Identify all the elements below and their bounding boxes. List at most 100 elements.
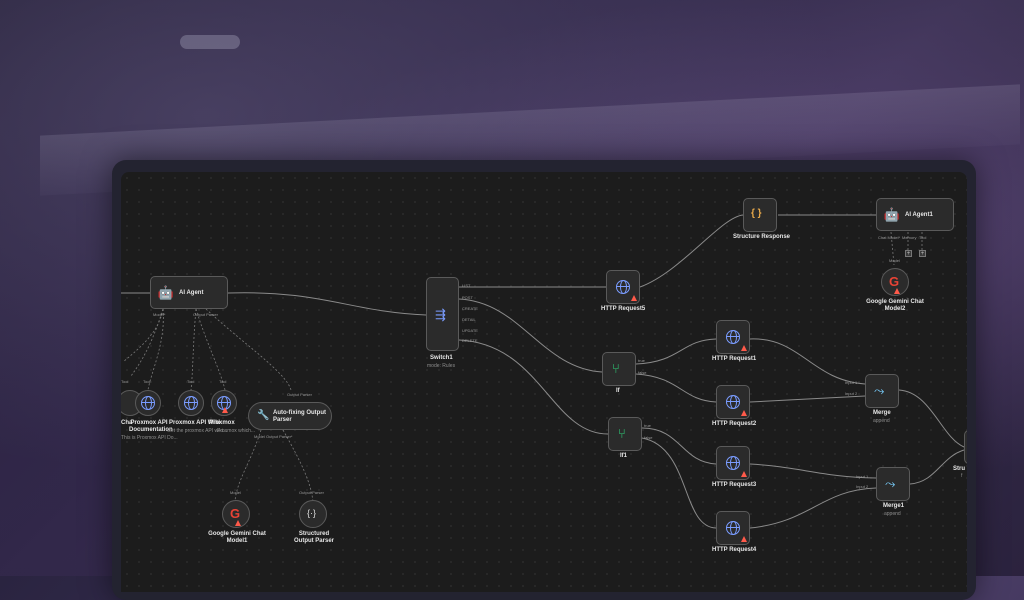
merge1-node[interactable]: ⤳	[876, 467, 910, 501]
structured-parser-port: Output Parser	[299, 490, 324, 495]
wire-if-http2	[635, 373, 717, 403]
merge-input1: Input 1	[845, 380, 858, 385]
globe-icon	[141, 396, 155, 410]
http-request1-node[interactable]	[716, 320, 750, 354]
tool-proxmox-node[interactable]	[211, 390, 237, 416]
structured-parser-label: Structured Output Parser	[293, 531, 334, 544]
structure-response-node[interactable]: { }	[743, 198, 777, 232]
ai-agent1-memory-port: Memory	[902, 235, 917, 240]
ai-agent-model-port: Model*	[153, 312, 166, 317]
merge1-input2: Input 2	[856, 484, 869, 489]
ai-agent1-chat-model-port: Chat Model*	[878, 235, 901, 240]
partial-right-node[interactable]	[964, 430, 967, 464]
http-request1-label: HTTP Request1	[712, 356, 757, 362]
ai-agent1-tool-port: Tool	[919, 235, 927, 240]
wire-if-http1	[635, 338, 717, 365]
autofix-parser-node[interactable]: 🔧 Auto-fixing Output Parser	[248, 402, 332, 430]
tool-proxmox-label: Proxmox	[209, 420, 235, 426]
wire-agent-switch	[227, 292, 427, 316]
switch1-sub: mode: Rules	[427, 363, 456, 369]
globe-icon	[726, 521, 740, 535]
http-request5-node[interactable]	[606, 270, 640, 304]
gemini2-port: Model	[889, 258, 900, 263]
merge1-label: Merge1	[883, 503, 905, 509]
merge-label: Merge	[873, 410, 891, 416]
google-g-icon: G	[230, 506, 241, 521]
merge-icon: ⤳	[874, 383, 885, 398]
branch-icon: ⑂	[618, 426, 626, 441]
globe-icon	[726, 330, 740, 344]
wire-if1-http3	[641, 427, 717, 465]
wire-switch-if1	[458, 339, 609, 435]
autofix-bottom-ports: Model Output Parser*	[254, 434, 293, 439]
if1-false-port: false	[644, 435, 653, 440]
partial-right-label: Stru	[953, 466, 965, 472]
switch1-node[interactable]: ⇶	[426, 277, 459, 351]
globe-icon	[184, 396, 198, 410]
add-memory-button[interactable]: +	[905, 250, 912, 257]
merge-node[interactable]: ⤳	[865, 374, 899, 408]
merge1-input1: Input 1	[856, 474, 869, 479]
tool-docs-label: Proxmox API Documentation	[129, 420, 173, 433]
switch-icon: ⇶	[435, 307, 446, 322]
if-false-port: false	[638, 370, 647, 375]
switch1-out-update: UPDATE	[462, 328, 478, 333]
switch1-out-detail: DETAIL	[462, 317, 476, 322]
if-true-port: true	[638, 358, 645, 363]
google-g-icon: G	[889, 274, 900, 289]
globe-icon	[726, 456, 740, 470]
tool-wiki-port: Tool	[187, 379, 195, 384]
wire-if1-http4	[641, 437, 717, 529]
tool-docs-node[interactable]	[135, 390, 161, 416]
wire-http5-structure	[639, 214, 744, 288]
tool-docs-sub: This is Proxmox API Do...	[121, 435, 178, 441]
warning-triangle-icon	[894, 288, 900, 294]
warning-triangle-icon	[741, 345, 747, 351]
braces-icon: {·}	[307, 508, 317, 518]
workflow-canvas[interactable]: 🤖 AI Agent Model* Output Parser Tool Cha…	[121, 172, 967, 592]
robot-icon: 🤖	[883, 207, 901, 222]
add-tool-button[interactable]: +	[919, 250, 926, 257]
if1-label: If1	[620, 453, 628, 459]
warning-triangle-icon	[741, 471, 747, 477]
ai-agent1-node[interactable]: 🤖 AI Agent1	[876, 198, 954, 231]
ai-agent1-label: AI Agent1	[905, 212, 933, 218]
tool-proxmox-port: Tool	[219, 379, 227, 384]
gemini2-node[interactable]: G	[881, 268, 909, 296]
gemini1-port: Model	[230, 490, 241, 495]
gemini1-label: Google Gemini Chat Model1	[208, 531, 266, 544]
switch1-out-post: POST	[462, 295, 473, 300]
globe-icon	[616, 280, 630, 294]
ai-agent-node[interactable]: 🤖 AI Agent	[150, 276, 228, 309]
wire-http2-merge	[749, 395, 866, 403]
structure-response-label: Structure Response	[733, 234, 791, 240]
ai-agent-label: AI Agent	[179, 290, 204, 296]
wire-http1-merge	[749, 338, 866, 385]
http-request3-node[interactable]	[716, 446, 750, 480]
switch1-out-list: LIST	[462, 283, 471, 288]
wire-http4-merge1	[749, 487, 877, 529]
ai-agent-parser-port: Output Parser	[193, 312, 218, 317]
http-request2-label: HTTP Request2	[712, 421, 757, 427]
switch1-out-create: CREATE	[462, 306, 478, 311]
http-request2-node[interactable]	[716, 385, 750, 419]
if1-node[interactable]: ⑂	[608, 417, 642, 451]
gemini1-node[interactable]: G	[222, 500, 250, 528]
structured-parser-node[interactable]: {·}	[299, 500, 327, 528]
merge-input2: Input 2	[845, 391, 858, 396]
warning-triangle-icon	[741, 410, 747, 416]
connection-wires	[121, 214, 965, 529]
merge1-sub: append	[884, 511, 901, 517]
robot-icon: 🤖	[157, 285, 175, 300]
tool-wiki-node[interactable]	[178, 390, 204, 416]
if1-true-port: true	[644, 423, 651, 428]
autofix-top-port: Output Parser	[287, 392, 312, 397]
if-node[interactable]: ⑂	[602, 352, 636, 386]
partial-right-sub: f	[961, 473, 963, 479]
merge-icon: ⤳	[885, 476, 896, 491]
wrench-icon: 🔧	[257, 410, 270, 421]
tool-docs-port: Tool	[143, 379, 151, 384]
http-request4-label: HTTP Request4	[712, 547, 757, 553]
warning-triangle-icon	[631, 295, 637, 301]
http-request4-node[interactable]	[716, 511, 750, 545]
